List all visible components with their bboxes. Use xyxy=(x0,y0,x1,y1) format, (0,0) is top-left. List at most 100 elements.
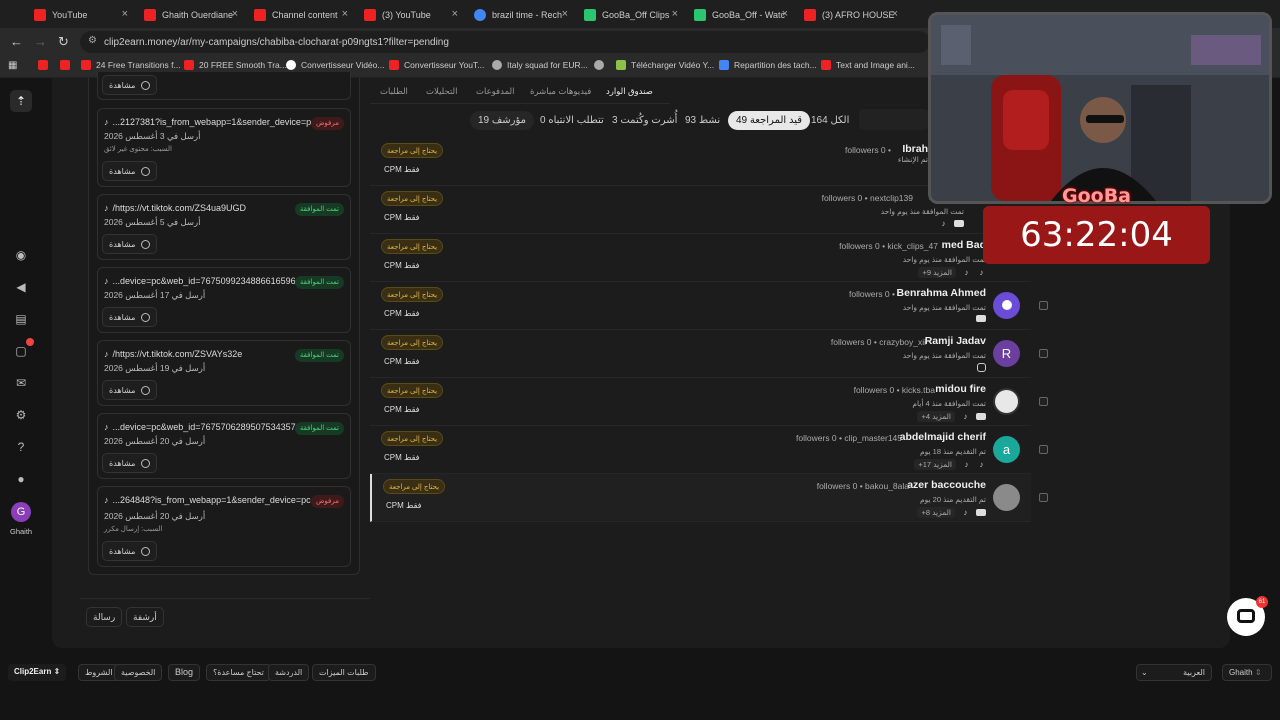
tab[interactable]: Channel content × xyxy=(246,4,352,26)
filter-all[interactable]: الكل 164 xyxy=(803,111,857,130)
mail-icon[interactable]: ✉ xyxy=(13,375,29,391)
submission-link[interactable]: ♪/https://vt.tiktok.com/ZS4ua9UGD xyxy=(104,203,246,213)
footer-link-help[interactable]: تحتاج مساعدة؟ xyxy=(206,664,271,681)
row-checkbox[interactable] xyxy=(1039,349,1048,358)
submission-link[interactable]: ♪ ...device=pc&web_id=7675706289507534357 xyxy=(104,422,296,432)
bookmark[interactable]: Convertisseur Vidéo... xyxy=(286,60,384,70)
close-icon[interactable]: × xyxy=(672,8,678,20)
message-button[interactable]: رسالة xyxy=(86,607,123,627)
tab-inbox[interactable]: صندوق الوارد xyxy=(606,86,653,97)
tab[interactable]: (3) YouTube × xyxy=(356,4,462,26)
footer-link-blog[interactable]: Blog xyxy=(168,664,201,681)
tab-payments[interactable]: المدفوعات xyxy=(476,86,514,97)
megaphone-icon[interactable]: ◀ xyxy=(13,279,29,295)
tiktok-icon[interactable]: ♪ xyxy=(961,508,970,517)
filter-archived[interactable]: مؤرشف 19 xyxy=(470,111,534,130)
more-platforms[interactable]: +17 المزيد xyxy=(914,459,956,470)
close-icon[interactable]: × xyxy=(122,8,128,20)
apps-icon[interactable]: ▦ xyxy=(8,60,17,71)
more-platforms[interactable]: +8 المزيد xyxy=(917,507,955,518)
more-platforms[interactable]: +9 المزيد xyxy=(918,267,956,278)
bookmark[interactable]: 24 Free Transitions f... xyxy=(81,60,181,70)
site-info-icon[interactable]: ⚙ xyxy=(88,35,97,46)
support-chat-button[interactable]: 61 xyxy=(1227,596,1268,636)
tiktok-icon[interactable]: ♪ xyxy=(977,268,986,277)
tab[interactable]: GooBa_Off Clips × xyxy=(576,4,682,26)
bookmark[interactable]: Text and Image ani... xyxy=(821,60,915,70)
avatar[interactable] xyxy=(993,292,1020,319)
gear-icon[interactable]: ⚙ xyxy=(13,407,29,423)
tab-requests[interactable]: الطلبات xyxy=(380,86,408,97)
youtube-icon[interactable] xyxy=(976,315,986,322)
footer-link-chat[interactable]: الدردشة xyxy=(268,664,310,681)
tiktok-icon[interactable]: ♪ xyxy=(939,219,948,228)
bookmark[interactable]: Télécharger Vidéo Y... xyxy=(616,60,714,70)
url-field[interactable]: ⚙ clip2earn.money/ar/my-campaigns/chabib… xyxy=(80,31,930,53)
tab[interactable]: Ghaith Ouerdiane × xyxy=(136,4,242,26)
bookmark[interactable]: Repartition des tach... xyxy=(719,60,817,70)
submission-link[interactable]: ♪ ...2127381?is_from_webapp=1&sender_devi… xyxy=(104,117,316,127)
view-button[interactable]: مشاهدة xyxy=(102,161,158,181)
bookmark[interactable]: Italy squad for EUR... xyxy=(492,60,588,70)
row-checkbox[interactable] xyxy=(1039,301,1048,310)
language-select[interactable]: ⌄ العربية xyxy=(1136,664,1212,681)
compass-icon[interactable]: ◉ xyxy=(13,247,29,263)
back-icon[interactable]: ← xyxy=(10,34,23,49)
view-button[interactable]: مشاهدة xyxy=(102,307,158,327)
tab[interactable]: GooBa_Off - Watc × xyxy=(686,4,792,26)
close-icon[interactable]: × xyxy=(562,8,568,20)
instagram-icon[interactable] xyxy=(977,363,986,372)
row-checkbox[interactable] xyxy=(1039,493,1048,502)
tiktok-icon[interactable]: ♪ xyxy=(961,412,970,421)
table-row[interactable]: يحتاج إلى مراجعة CPM فقط midou fire foll… xyxy=(370,378,1031,426)
help-icon[interactable]: ? xyxy=(13,439,29,455)
avatar[interactable]: G xyxy=(11,502,31,522)
filter-pending[interactable]: قيد المراجعة 49 xyxy=(728,111,810,130)
close-icon[interactable]: × xyxy=(232,8,238,20)
youtube-icon[interactable] xyxy=(976,509,986,516)
close-icon[interactable]: × xyxy=(782,8,788,20)
youtube-icon[interactable] xyxy=(954,220,964,227)
app-switcher[interactable]: Clip2Earn ⇕ xyxy=(8,664,67,681)
bookmark[interactable] xyxy=(60,60,75,70)
table-row-selected[interactable]: يحتاج إلى مراجعة CPM فقط azer baccouche … xyxy=(370,474,1031,522)
chat-icon[interactable]: ▢ xyxy=(13,343,29,359)
view-button[interactable]: مشاهدة xyxy=(102,541,158,561)
row-checkbox[interactable] xyxy=(1039,445,1048,454)
submission-link[interactable]: ♪ ...264848?is_from_webapp=1&sender_devic… xyxy=(104,495,311,505)
bell-icon[interactable]: ● xyxy=(13,471,29,487)
forward-icon[interactable]: → xyxy=(34,34,47,49)
search-box[interactable] xyxy=(859,109,929,130)
bookmark[interactable] xyxy=(594,60,609,70)
avatar[interactable] xyxy=(993,388,1020,415)
tiktok-icon[interactable]: ♪ xyxy=(977,460,986,469)
view-button[interactable]: مشاهدة xyxy=(102,234,158,254)
row-checkbox[interactable] xyxy=(1039,397,1048,406)
table-row[interactable]: يحتاج إلى مراجعة CPM فقط med Bad followe… xyxy=(370,234,1031,282)
avatar[interactable]: R xyxy=(993,340,1020,367)
footer-link-features[interactable]: طلبات الميزات xyxy=(312,664,376,681)
submission-link[interactable]: ♪ ...device=pc&web_id=7675099234886616596 xyxy=(104,276,296,286)
user-menu[interactable]: Ghaith ⇕ xyxy=(1222,664,1272,681)
filter-attention[interactable]: تتطلب الانتباه 0 xyxy=(532,111,612,130)
youtube-icon[interactable] xyxy=(976,413,986,420)
tab-analytics[interactable]: التحليلات xyxy=(426,86,457,97)
table-row[interactable]: يحتاج إلى مراجعة CPM فقط Benrahma Ahmed … xyxy=(370,282,1031,330)
table-row[interactable]: يحتاج إلى مراجعة CPM فقط abdelmajid cher… xyxy=(370,426,1031,474)
filter-flagged[interactable]: أُشرت وكُتمت 3 xyxy=(604,111,685,130)
view-button[interactable]: مشاهدة xyxy=(102,453,158,473)
document-icon[interactable]: ▤ xyxy=(13,311,29,327)
close-icon[interactable]: × xyxy=(342,8,348,20)
avatar[interactable] xyxy=(993,484,1020,511)
close-icon[interactable]: × xyxy=(892,8,898,20)
tab[interactable]: YouTube × xyxy=(26,4,132,26)
bookmark[interactable]: Convertisseur YouT... xyxy=(389,60,484,70)
tiktok-icon[interactable]: ♪ xyxy=(962,268,971,277)
bookmark[interactable]: 20 FREE Smooth Tra... xyxy=(184,60,287,70)
close-icon[interactable]: × xyxy=(452,8,458,20)
view-button[interactable]: مشاهدة xyxy=(102,380,158,400)
table-row[interactable]: يحتاج إلى مراجعة CPM فقط Ramji Jadav fol… xyxy=(370,330,1031,378)
bookmark[interactable] xyxy=(38,60,53,70)
tab[interactable]: brazil time - Rech × xyxy=(466,4,572,26)
more-platforms[interactable]: +4 المزيد xyxy=(917,411,955,422)
